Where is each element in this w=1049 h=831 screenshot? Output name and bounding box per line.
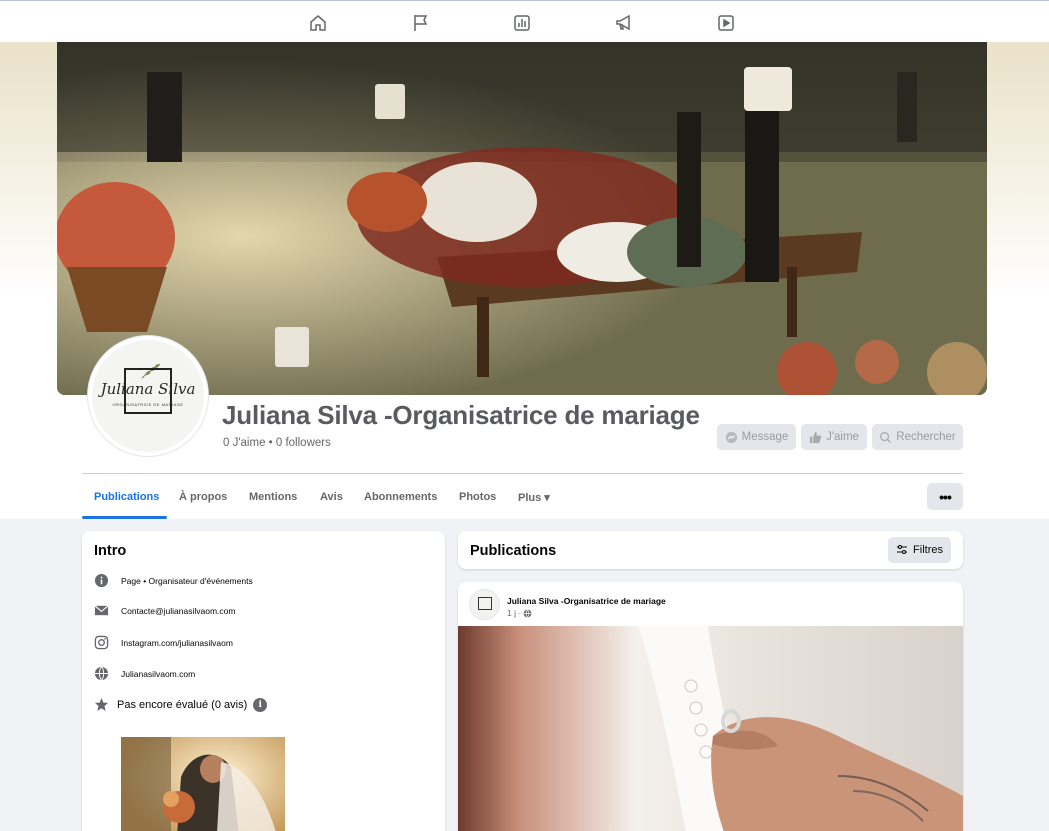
post-author-avatar[interactable] <box>469 589 500 620</box>
tab-subscriptions[interactable]: Abonnements <box>364 491 437 503</box>
like-button[interactable]: J'aime <box>801 424 867 450</box>
search-icon <box>880 431 892 443</box>
intro-category-text: Page • Organisateur d'événements <box>121 575 253 586</box>
avatar-logo: Juliana Silva ORGANISATRICE DE MARIAGE <box>92 340 204 452</box>
intro-category-row: Page • Organisateur d'événements <box>94 573 253 588</box>
active-tab-indicator <box>82 516 167 519</box>
intro-card: Intro Page • Organisateur d'événements C… <box>82 531 445 831</box>
post-card: Juliana Silva -Organisatrice de mariage … <box>458 582 963 831</box>
intro-rating-text: Pas encore évalué (0 avis) <box>117 698 248 711</box>
publications-header-card: Publications Filtres <box>458 531 963 569</box>
filters-button[interactable]: Filtres <box>888 537 951 563</box>
post-avatar-logo <box>478 597 492 610</box>
header-divider <box>82 473 963 474</box>
page-title: Juliana Silva -Organisatrice de mariage <box>222 400 700 430</box>
tab-publications[interactable]: Publications <box>94 491 159 503</box>
page-stats: 0 J'aime • 0 followers <box>223 437 331 449</box>
intro-email-text[interactable]: Contacte@julianasilvaom.com <box>121 606 235 616</box>
more-options-button[interactable]: ••• <box>927 483 963 510</box>
message-button[interactable]: Message <box>717 424 796 450</box>
top-navigation <box>0 0 1049 42</box>
post-image[interactable] <box>458 626 963 831</box>
mail-icon <box>94 603 109 618</box>
publications-title: Publications <box>470 543 557 559</box>
flag-icon[interactable] <box>411 13 431 33</box>
thumbs-up-icon <box>809 431 822 443</box>
post-meta: 1 j · <box>507 608 532 618</box>
video-icon[interactable] <box>716 13 736 33</box>
cover-photo[interactable] <box>57 42 987 395</box>
intro-rating-row: Pas encore évalué (0 avis) i <box>94 697 268 712</box>
intro-instagram-text[interactable]: Instagram.com/julianasilvaom <box>121 638 233 648</box>
message-button-label: Message <box>741 431 789 443</box>
intro-website-row[interactable]: Julianasilvaom.com <box>94 666 195 681</box>
messenger-icon <box>725 431 737 443</box>
more-options-label: ••• <box>939 488 952 505</box>
logo-script: Juliana Silva <box>100 380 196 398</box>
tab-about[interactable]: À propos <box>179 491 227 503</box>
intro-featured-photo[interactable] <box>121 737 285 831</box>
insights-icon[interactable] <box>512 13 532 33</box>
search-button-label: Rechercher <box>896 431 956 443</box>
like-button-label: J'aime <box>826 431 859 443</box>
megaphone-icon[interactable] <box>614 13 634 33</box>
home-icon[interactable] <box>308 13 328 33</box>
tab-mentions[interactable]: Mentions <box>249 491 297 503</box>
intro-email-row[interactable]: Contacte@julianasilvaom.com <box>94 603 235 618</box>
info-icon <box>94 573 109 588</box>
sliders-icon <box>897 544 908 555</box>
tab-photos[interactable]: Photos <box>459 491 496 503</box>
instagram-icon <box>94 635 109 650</box>
public-globe-icon <box>523 609 532 617</box>
post-timestamp[interactable]: 1 j · <box>507 608 521 618</box>
tab-reviews[interactable]: Avis <box>320 491 343 503</box>
logo-subtitle: ORGANISATRICE DE MARIAGE <box>112 402 184 407</box>
intro-title: Intro <box>94 543 127 559</box>
filters-button-label: Filtres <box>913 544 943 556</box>
intro-instagram-row[interactable]: Instagram.com/julianasilvaom <box>94 635 233 650</box>
search-button[interactable]: Rechercher <box>872 424 963 450</box>
star-icon <box>94 697 109 712</box>
page-avatar[interactable]: Juliana Silva ORGANISATRICE DE MARIAGE <box>88 336 208 456</box>
globe-icon <box>94 666 109 681</box>
rating-info-icon[interactable]: i <box>253 697 268 712</box>
tab-more[interactable]: Plus ▾ <box>518 491 550 504</box>
post-author-name[interactable]: Juliana Silva -Organisatrice de mariage <box>507 596 666 606</box>
intro-website-text[interactable]: Julianasilvaom.com <box>121 669 195 679</box>
